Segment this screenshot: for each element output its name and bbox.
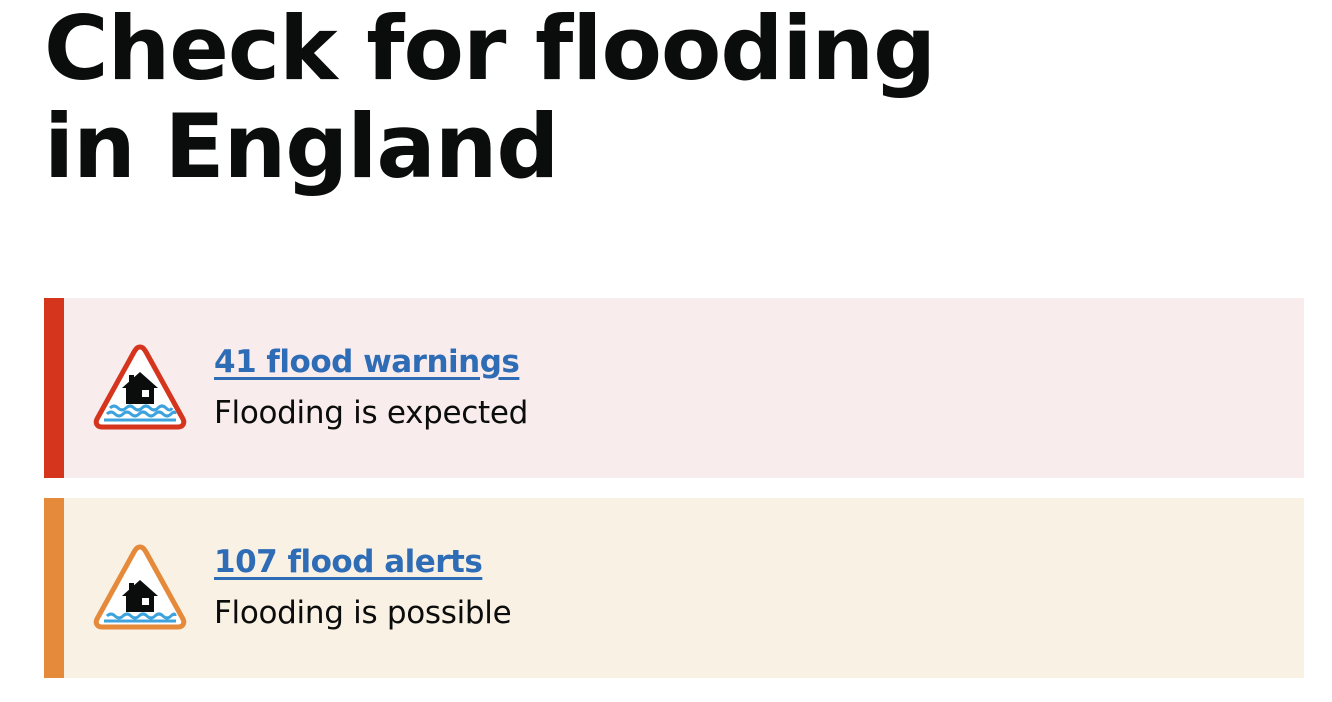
page-title: Check for flooding in England bbox=[44, 0, 936, 198]
flood-alerts-description: Flooding is possible bbox=[214, 595, 512, 631]
flood-warning-icon bbox=[92, 342, 188, 434]
alert-severity-stripe bbox=[44, 498, 64, 678]
flood-alerts-panel: 107 flood alerts Flooding is possible bbox=[44, 498, 1304, 678]
flood-warnings-link[interactable]: 41 flood warnings bbox=[214, 342, 520, 382]
flood-warnings-description: Flooding is expected bbox=[214, 395, 529, 431]
flood-alerts-link[interactable]: 107 flood alerts bbox=[214, 542, 483, 582]
flood-warnings-panel: 41 flood warnings Flooding is expected bbox=[44, 298, 1304, 478]
warning-severity-stripe bbox=[44, 298, 64, 478]
flood-alert-icon bbox=[92, 542, 188, 634]
